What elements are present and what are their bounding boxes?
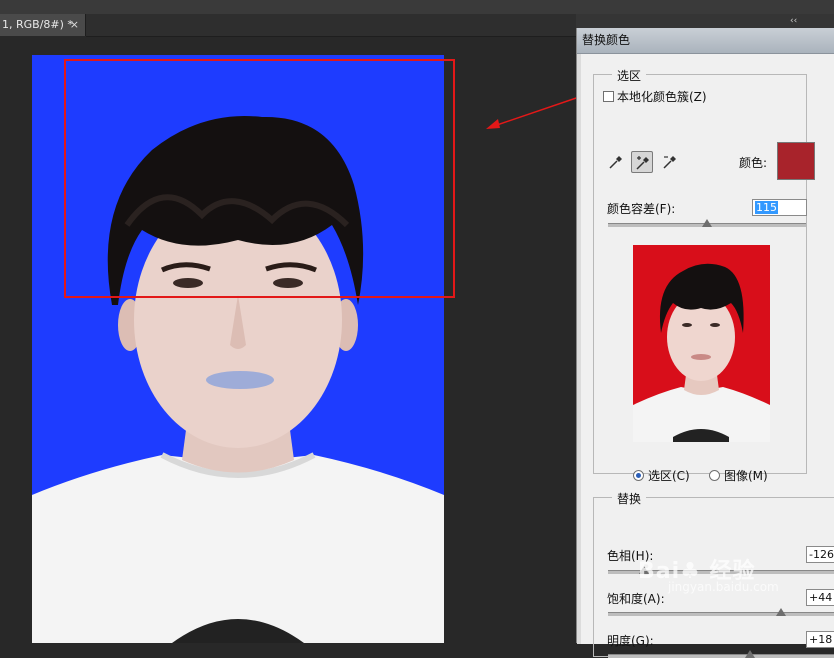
replace-group-legend: 替换	[612, 490, 647, 507]
saturation-slider-track[interactable]	[608, 612, 834, 616]
replace-color-dialog: 替换颜色 选区 本地化颜色簇(Z) 颜色: 颜色容差(F): 115 选区(C)…	[576, 28, 834, 658]
selection-group-legend: 选区	[612, 67, 647, 84]
saturation-slider-thumb[interactable]	[775, 608, 786, 616]
collapse-panels-icon[interactable]: ‹‹	[790, 16, 797, 26]
selection-preview[interactable]	[633, 245, 770, 442]
lightness-slider-track[interactable]	[608, 654, 834, 658]
tab-bar	[86, 14, 576, 37]
dialog-title[interactable]: 替换颜色	[577, 28, 834, 54]
saturation-input[interactable]: +44	[806, 589, 834, 606]
lightness-input[interactable]: +18	[806, 631, 834, 648]
fuzziness-value: 115	[755, 201, 778, 214]
selection-rectangle	[64, 59, 455, 298]
close-icon[interactable]: ×	[70, 14, 79, 36]
selection-radio[interactable]	[633, 470, 644, 481]
color-swatch[interactable]	[777, 142, 815, 180]
localized-clusters-label[interactable]: 本地化颜色簇(Z)	[617, 88, 707, 105]
fuzziness-label: 颜色容差(F):	[607, 202, 676, 216]
eyedropper-subtract-icon[interactable]	[659, 151, 681, 173]
color-label: 颜色:	[739, 156, 768, 170]
localized-clusters-checkbox[interactable]	[603, 91, 614, 102]
lightness-slider-thumb[interactable]	[744, 650, 755, 658]
eyedropper-icon[interactable]	[605, 151, 627, 173]
eyedropper-add-icon[interactable]	[631, 151, 653, 173]
preview-portrait	[633, 263, 770, 442]
selection-radio-label[interactable]: 选区(C)	[648, 467, 690, 484]
application-top-strip	[0, 0, 834, 15]
image-radio[interactable]	[709, 470, 720, 481]
document-tab[interactable]: 1, RGB/8#) * ×	[0, 14, 86, 36]
lightness-label: 明度(G):	[607, 634, 654, 648]
hue-input[interactable]: -126	[806, 546, 834, 563]
fuzziness-slider-thumb[interactable]	[702, 219, 712, 227]
document-tab-title: 1, RGB/8#) *	[2, 18, 73, 31]
saturation-label: 饱和度(A):	[607, 592, 665, 606]
watermark-url: jingyan.baidu.com	[668, 580, 779, 594]
image-radio-label[interactable]: 图像(M)	[724, 467, 768, 484]
fuzziness-input[interactable]: 115	[752, 199, 807, 216]
